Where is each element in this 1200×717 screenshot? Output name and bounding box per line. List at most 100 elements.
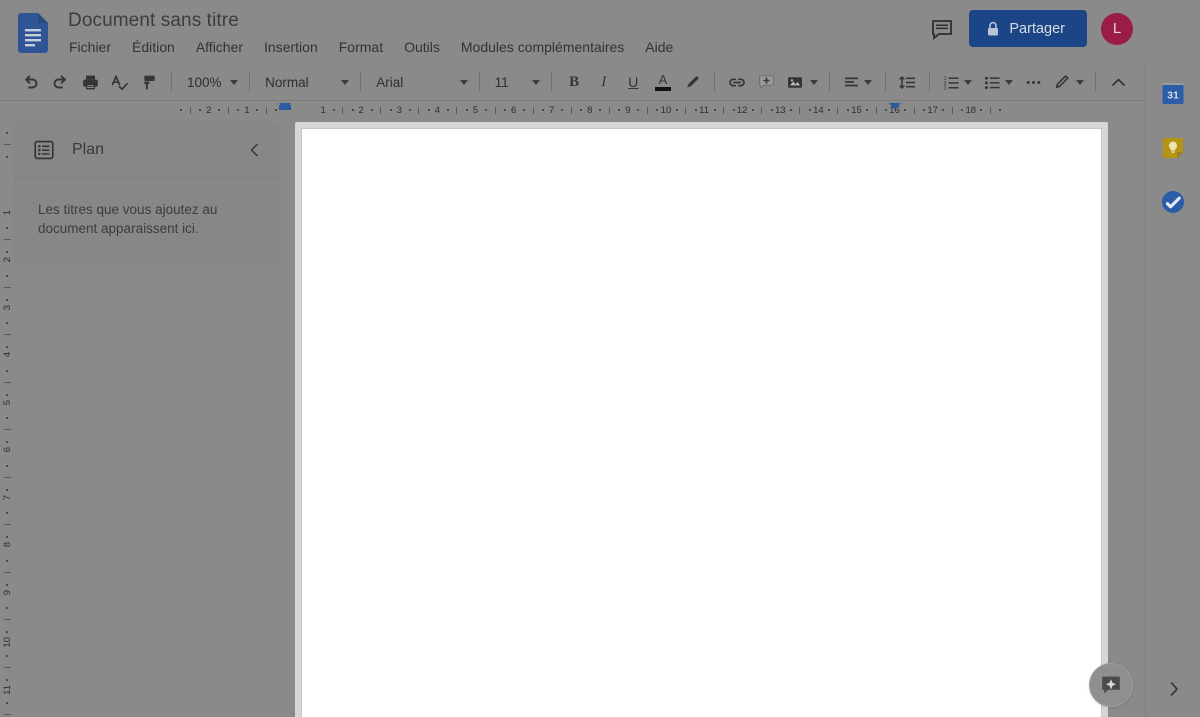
menu-fichier[interactable]: Fichier [68,36,112,58]
explore-button[interactable] [1089,663,1133,707]
lock-icon [986,21,1000,37]
toolbar-divider [360,72,362,92]
line-spacing-icon[interactable] [895,68,921,96]
font-size-select[interactable]: 11 [487,69,545,95]
ruler-tick-label: 10 [2,637,13,648]
ruler-minor-tick [580,109,583,111]
ruler-minor-tick [904,109,907,111]
chevron-down-icon [864,79,873,85]
collapse-menus-icon[interactable] [1105,68,1131,96]
add-comment-icon[interactable] [754,68,780,96]
ruler-tick-label: 7 [2,494,13,500]
menu-outils[interactable]: Outils [403,36,441,58]
ruler-minor-tick [4,334,11,336]
ruler-minor-tick [218,109,221,111]
bold-button[interactable]: B [561,68,587,96]
menu-modules-complementaires[interactable]: Modules complémentaires [460,36,625,58]
ruler-minor-tick [275,109,278,111]
header-actions: Partager L [929,10,1145,47]
ruler-minor-tick [685,107,687,114]
ruler-minor-tick [418,107,420,114]
insert-link-icon[interactable] [724,68,750,96]
ruler-minor-tick [837,107,839,114]
comment-icon[interactable] [929,16,955,42]
highlight-color-icon[interactable] [680,68,706,96]
ruler-tick-label: 7 [549,105,555,116]
font-family-select[interactable]: Arial [368,69,471,95]
ruler-tick-label: 4 [434,105,441,116]
chevron-down-icon [341,79,350,85]
ruler-minor-tick [542,109,545,111]
text-color-button[interactable]: A [650,68,676,96]
ruler-minor-tick [885,109,888,111]
underline-button[interactable]: U [621,68,647,96]
chevron-left-icon[interactable] [244,139,266,161]
ruler-minor-tick [446,109,449,111]
ruler-tick-label: 13 [775,105,786,116]
align-icon[interactable] [839,68,876,96]
google-docs-window: Document sans titre Fichier Édition Affi… [0,0,1200,717]
ruler-minor-tick [875,107,877,114]
ruler-minor-tick [6,251,8,254]
ruler-tick-label: 12 [736,105,748,116]
undo-icon[interactable] [18,68,44,96]
ruler-tick-label: 5 [472,105,479,116]
redo-icon[interactable] [48,68,74,96]
ruler-minor-tick [646,107,648,114]
ruler-tick-label: 18 [965,105,977,116]
menu-afficher[interactable]: Afficher [195,36,244,58]
editing-mode-icon[interactable] [1050,68,1087,96]
document-page[interactable] [301,128,1102,717]
explore-star-icon [1102,676,1120,694]
ruler-minor-tick [227,107,229,114]
share-button[interactable]: Partager [969,10,1087,47]
ruler-minor-tick [265,107,267,114]
ruler-minor-tick [6,559,8,562]
ruler-minor-tick [770,109,773,111]
chevron-down-icon [809,79,818,85]
paragraph-style-select[interactable]: Normal [257,69,353,95]
ruler-minor-tick [951,107,953,114]
ruler-minor-tick [4,239,11,241]
ruler-tick-label: 6 [510,105,517,116]
italic-button[interactable]: I [591,68,617,96]
print-icon[interactable] [77,68,103,96]
ruler-minor-tick [789,109,792,111]
bulleted-list-icon[interactable] [980,68,1017,96]
ruler-minor-tick [4,381,11,383]
ruler-minor-tick [751,109,754,111]
google-tasks-icon[interactable] [1157,186,1189,218]
google-keep-icon[interactable] [1157,132,1189,164]
underline-label: U [628,74,639,90]
page-title[interactable]: Document sans titre [68,8,674,34]
chevron-right-icon[interactable] [1162,677,1186,701]
zoom-select[interactable]: 100% [179,69,242,95]
menu-aide[interactable]: Aide [644,36,674,58]
menu-format[interactable]: Format [338,36,384,58]
insert-image-icon[interactable] [783,68,820,96]
more-options-icon[interactable] [1020,68,1046,96]
ruler-minor-tick [532,107,534,114]
ruler-tick-label: 3 [2,304,13,310]
side-rail: 31 [1145,64,1200,717]
ruler-minor-tick [989,107,991,114]
left-indent-marker[interactable] [279,103,291,110]
menu-edition[interactable]: Édition [131,36,176,58]
docs-file-icon[interactable] [18,13,48,53]
ruler-minor-tick [370,109,373,111]
ruler-minor-tick [694,109,697,111]
horizontal-ruler[interactable]: 2 1 1 2 3 4 5 6 7 8 9 10 11 12 13 14 15 16 17 18 [14,101,1145,120]
spellcheck-icon[interactable] [107,68,133,96]
chevron-down-icon [964,79,973,85]
numbered-list-icon[interactable]: 1 2 3 [939,68,976,96]
ruler-minor-tick [6,298,8,301]
paint-format-icon[interactable] [136,68,162,96]
google-calendar-icon[interactable]: 31 [1157,78,1189,110]
right-indent-marker[interactable] [888,103,901,110]
menu-insertion[interactable]: Insertion [263,36,319,58]
ruler-minor-tick [6,583,8,586]
ruler-minor-tick [4,571,11,573]
avatar[interactable]: L [1101,12,1133,45]
ruler-minor-tick [4,714,11,716]
ruler-minor-tick [6,464,8,467]
